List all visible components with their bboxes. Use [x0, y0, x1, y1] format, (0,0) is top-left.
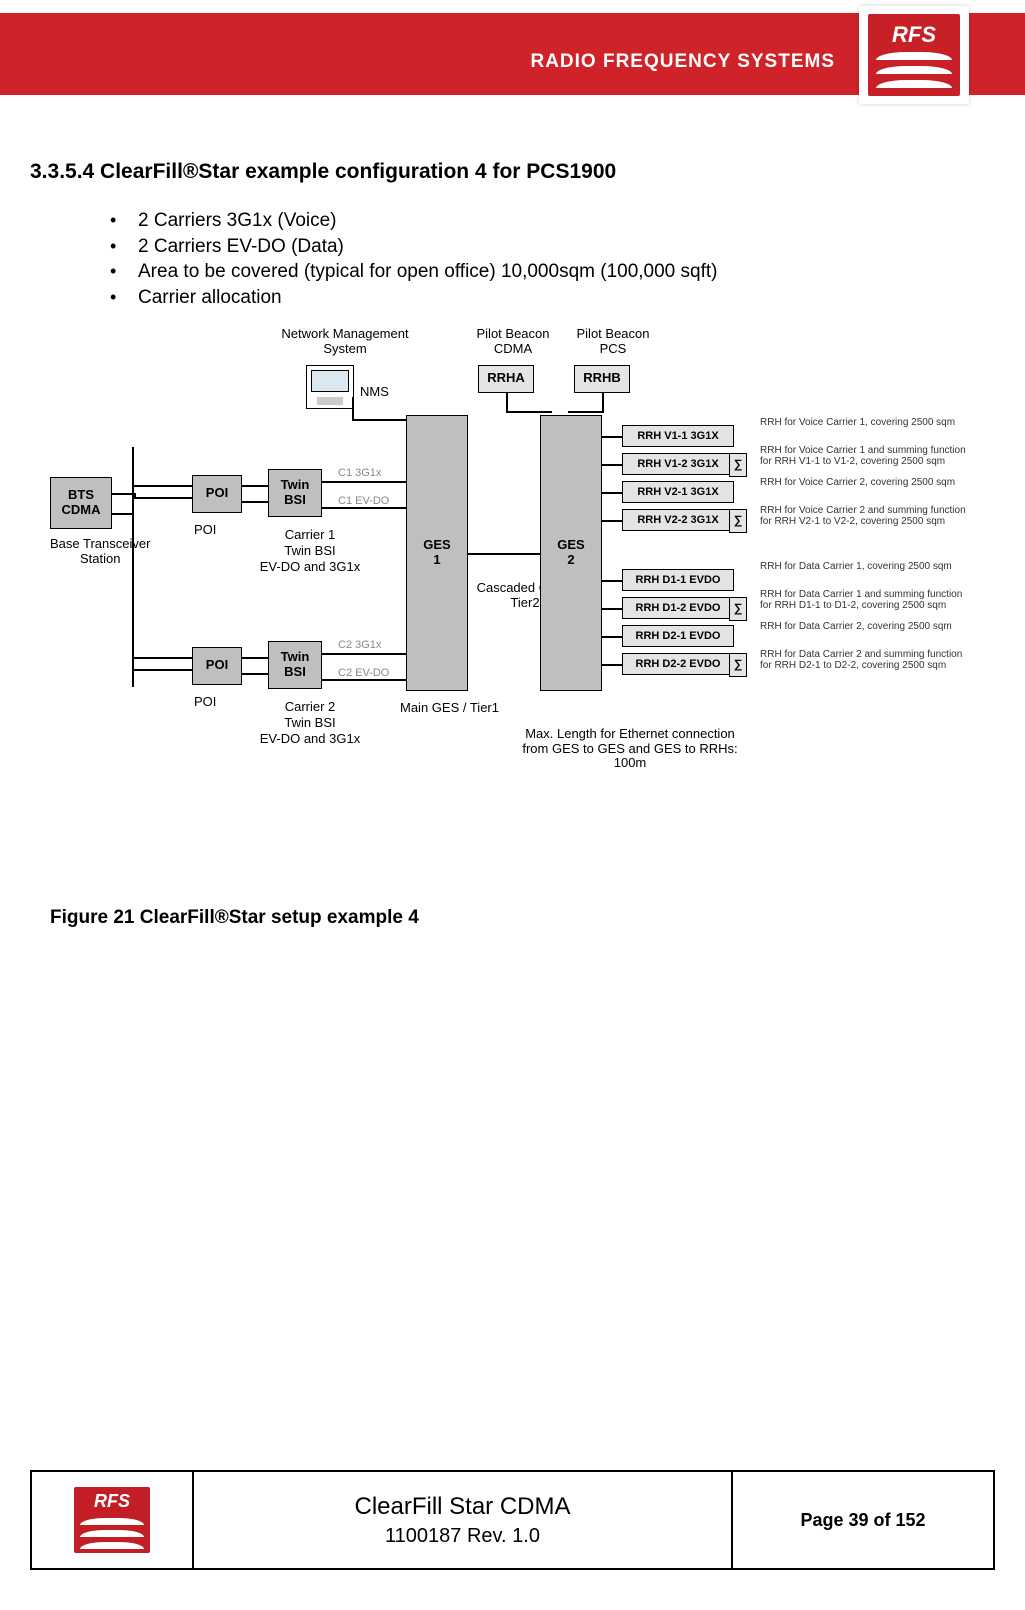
ges-1-box: GES 1 [406, 415, 468, 691]
bullet-item: 2 Carriers 3G1x (Voice) [138, 208, 337, 234]
footer-page-number: Page 39 of 152 [800, 1510, 925, 1531]
twin-bsi-2-label: Carrier 2 Twin BSI EV-DO and 3G1x [250, 699, 370, 748]
rrh-v1-1: RRH V1-1 3G1X [622, 425, 734, 447]
rrh-d2-1: RRH D2-1 EVDO [622, 625, 734, 647]
rrh-v2-1: RRH V2-1 3G1X [622, 481, 734, 503]
poi-box-2: POI [192, 647, 242, 685]
pilot-cdma-label: Pilot Beacon CDMA [468, 327, 558, 357]
page-footer: RFS ClearFill Star CDMA 1100187 Rev. 1.0… [30, 1470, 995, 1570]
figure-caption: Figure 21 ClearFill®Star setup example 4 [50, 907, 995, 929]
footer-page-cell: Page 39 of 152 [733, 1472, 993, 1568]
footer-title-cell: ClearFill Star CDMA 1100187 Rev. 1.0 [194, 1472, 733, 1568]
c2-3g1x-label: C2 3G1x [338, 639, 381, 651]
desc-d12: RRH for Data Carrier 1 and summing funct… [760, 589, 970, 612]
twin-bsi-1: Twin BSI [268, 469, 322, 517]
desc-v12: RRH for Voice Carrier 1 and summing func… [760, 445, 970, 468]
desc-v11: RRH for Voice Carrier 1, covering 2500 s… [760, 417, 970, 429]
rrha-box: RRHA [478, 365, 534, 393]
nms-computer-icon [306, 365, 354, 409]
poi-label-1: POI [194, 523, 216, 538]
desc-d11: RRH for Data Carrier 1, covering 2500 sq… [760, 561, 970, 573]
poi-label-2: POI [194, 695, 216, 710]
main-ges-label: Main GES / Tier1 [400, 701, 499, 716]
twin-bsi-2: Twin BSI [268, 641, 322, 689]
system-diagram: Network Management System NMS Pilot Beac… [50, 317, 978, 877]
poi-box-1: POI [192, 475, 242, 513]
section-title: 3.3.5.4 ClearFill®Star example configura… [30, 160, 995, 184]
footer-subtitle: 1100187 Rev. 1.0 [385, 1525, 540, 1548]
rrh-d1-1: RRH D1-1 EVDO [622, 569, 734, 591]
rfs-logo-small: RFS [74, 1487, 150, 1553]
c1-evdo-label: C1 EV-DO [338, 495, 389, 507]
brand-name: RADIO FREQUENCY SYSTEMS [530, 51, 835, 73]
c2-evdo-label: C2 EV-DO [338, 667, 389, 679]
desc-v21: RRH for Voice Carrier 2, covering 2500 s… [760, 477, 970, 489]
bts-label: Base Transceiver Station [50, 537, 150, 567]
desc-v22: RRH for Voice Carrier 2 and summing func… [760, 505, 970, 528]
nms-label: NMS [360, 385, 389, 400]
rfs-logo: RFS [859, 6, 969, 104]
bullet-list: 2 Carriers 3G1x (Voice) 2 Carriers EV-DO… [110, 208, 995, 311]
bullet-item: Area to be covered (typical for open off… [138, 259, 717, 285]
bullet-item: Carrier allocation [138, 285, 282, 311]
ges-2-box: GES 2 [540, 415, 602, 691]
desc-d21: RRH for Data Carrier 2, covering 2500 sq… [760, 621, 970, 633]
rrh-v2-2: RRH V2-2 3G1X [622, 509, 734, 531]
footer-logo-cell: RFS [32, 1472, 194, 1568]
max-length-note: Max. Length for Ethernet connection from… [490, 727, 770, 772]
bullet-item: 2 Carriers EV-DO (Data) [138, 234, 344, 260]
footer-logo-text: RFS [74, 1491, 150, 1512]
rrh-d2-2: RRH D2-2 EVDO [622, 653, 734, 675]
footer-title: ClearFill Star CDMA [354, 1493, 570, 1521]
nms-title: Network Management System [260, 327, 430, 357]
rrh-d1-2: RRH D1-2 EVDO [622, 597, 734, 619]
pilot-pcs-label: Pilot Beacon PCS [568, 327, 658, 357]
logo-text: RFS [870, 22, 958, 48]
rrh-v1-2: RRH V1-2 3G1X [622, 453, 734, 475]
desc-d22: RRH for Data Carrier 2 and summing funct… [760, 649, 970, 672]
bts-box: BTS CDMA [50, 477, 112, 529]
rrhb-box: RRHB [574, 365, 630, 393]
header-bar: RADIO FREQUENCY SYSTEMS RFS [0, 13, 1025, 95]
c1-3g1x-label: C1 3G1x [338, 467, 381, 479]
twin-bsi-1-label: Carrier 1 Twin BSI EV-DO and 3G1x [250, 527, 370, 576]
